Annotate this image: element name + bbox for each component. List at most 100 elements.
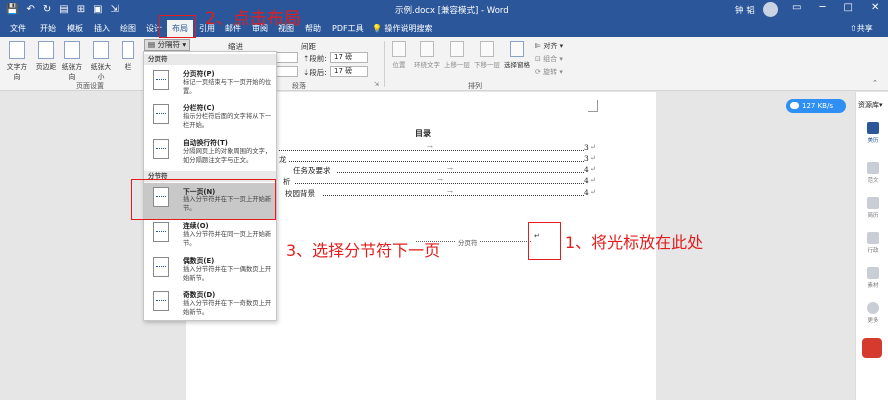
materials-icon [867, 267, 879, 279]
customize-toolbar-icon[interactable]: ⇲ [111, 3, 119, 17]
tab-draw[interactable]: 绘图 [120, 23, 136, 34]
send-backward-label: 下移一层 [474, 61, 500, 69]
menu-item-odd-page[interactable]: 奇数页(D) 插入分节符并在下一奇数页上开始新节。 [144, 289, 276, 322]
text-wrapping-break-icon [153, 139, 169, 159]
panel-item-admin[interactable]: 行政 [865, 232, 881, 254]
toc-entry-text: 龙 [279, 155, 287, 164]
undo-icon[interactable]: ↶ [26, 3, 34, 17]
paragraph-mark: ↵ [590, 176, 596, 184]
toc-entry-text: 析 [283, 177, 291, 186]
resource-panel-header[interactable]: 资源库▾ [858, 100, 883, 110]
selection-pane-label: 选择窗格 [504, 61, 530, 69]
send-backward-button[interactable]: 下移一层 [473, 41, 501, 69]
redo-icon[interactable]: ↻ [43, 3, 51, 17]
toc-entry[interactable]: 校园背景 → 4 ↵ [279, 188, 596, 198]
selection-pane-button[interactable]: 选择窗格 [503, 41, 531, 69]
orientation-button[interactable]: 纸张方向 [59, 41, 85, 81]
page-margin-corner [588, 100, 598, 112]
column-break-icon [153, 104, 169, 124]
tab-help[interactable]: 帮助 [305, 23, 321, 34]
new-doc-icon[interactable]: ▤ [59, 3, 68, 17]
rotate-label: 旋转 [543, 68, 558, 76]
page-breaks-header: 分页符 [144, 54, 276, 65]
paragraph-mark: ↵ [590, 165, 596, 173]
tab-insert[interactable]: 插入 [94, 23, 110, 34]
align-icon: ⊫ [535, 42, 542, 50]
menu-item-description: 标记一页结束与下一页开始的位置。 [183, 79, 272, 95]
size-button[interactable]: 纸张大小 [88, 41, 114, 81]
toc-page-number: 4 [584, 165, 589, 174]
toc-title: 目录 [415, 128, 431, 138]
menu-item-description: 指示分栏符后面的文字将从下一栏开始。 [183, 113, 272, 129]
page-break-icon [153, 70, 169, 90]
tab-home[interactable]: 开始 [40, 23, 56, 34]
menu-item-title: 自动换行符(T) [183, 139, 228, 147]
menu-item-title: 连续(O) [183, 222, 209, 230]
panel-item-resume[interactable]: 简历 [865, 197, 881, 219]
menu-item-title: 分栏符(C) [183, 104, 215, 112]
menu-item-column-break[interactable]: 分栏符(C) 指示分栏符后面的文字将从下一栏开始。 [144, 102, 276, 135]
menu-item-continuous[interactable]: 连续(O) 插入分节符并在同一页上开始新节。 [144, 220, 276, 253]
menu-item-text-wrapping-break[interactable]: 自动换行符(T) 分隔网页上的对象周围的文字，如分隔题注文字与正文。 [144, 137, 276, 170]
paragraph-mark: ↵ [590, 188, 596, 196]
wrap-text-label: 环绕文字 [414, 61, 440, 69]
columns-button[interactable]: 栏 [118, 41, 138, 71]
breaks-button[interactable]: ▤ 分隔符 ▾ [144, 39, 191, 51]
spacing-before-field[interactable]: 17 磅 [330, 52, 368, 63]
margins-button[interactable]: 页边距 [33, 41, 59, 71]
align-button[interactable]: ⊫ 对齐 ▾ [535, 41, 563, 51]
menu-item-page-break[interactable]: 分页符(P) 标记一页结束与下一页开始的位置。 [144, 68, 276, 101]
panel-item-label: 素材 [867, 283, 879, 289]
toc-entry[interactable]: 析 → 4 ↵ [279, 176, 596, 186]
gift-icon[interactable] [862, 338, 882, 358]
wrap-text-button[interactable]: 环绕文字 [413, 41, 441, 69]
spacing-after-label: ⇣段后: [303, 68, 327, 77]
tab-pdf-tools[interactable]: PDF工具 [332, 23, 364, 34]
maximize-icon[interactable]: □ [843, 2, 852, 13]
toc-entry[interactable]: 任务及要求 → 4 ↵ [279, 165, 596, 175]
panel-item-materials[interactable]: 素材 [865, 267, 881, 289]
position-button[interactable]: 位置 [388, 41, 410, 69]
tab-template[interactable]: 模板 [67, 23, 83, 34]
resume-icon [867, 197, 879, 209]
more-icon [867, 302, 879, 314]
tab-arrow: → [437, 176, 443, 184]
page-break-label: 分页符 [456, 237, 480, 247]
panel-item-templates[interactable]: 范文 [865, 162, 881, 184]
margins-icon [38, 41, 54, 59]
toc-entry[interactable]: 龙 3 ↵ [279, 154, 596, 164]
close-icon[interactable]: ✕ [871, 2, 879, 13]
ribbon-display-options-icon[interactable]: ▭ [792, 2, 801, 13]
rotate-button[interactable]: ⟳ 旋转 ▾ [535, 67, 563, 77]
share-button[interactable]: ⇧共享 [850, 23, 873, 34]
spacing-before-label: ⇡段前: [303, 54, 327, 63]
collapse-ribbon-icon[interactable]: ⌃ [872, 79, 878, 87]
size-label: 纸张大小 [90, 63, 112, 81]
breaks-icon: ▤ [148, 40, 156, 49]
toc-entry[interactable]: → 3 ↵ [279, 143, 596, 153]
menu-item-description: 插入分节符并在下一奇数页上开始新节。 [183, 300, 272, 316]
toc-leader [337, 172, 584, 173]
spacing-after-field[interactable]: 17 磅 [330, 66, 368, 77]
menu-item-even-page[interactable]: 偶数页(E) 插入分节符并在下一偶数页上开始新节。 [144, 255, 276, 288]
text-direction-button[interactable]: 文字方向 [4, 41, 30, 81]
bring-forward-button[interactable]: 上移一层 [443, 41, 471, 69]
annotation-step1: 1、将光标放在此处 [565, 233, 704, 252]
panel-item-beauty[interactable]: 美历 [865, 122, 881, 144]
user-name[interactable]: 钟 韬 [735, 4, 755, 16]
selection-pane-icon [510, 41, 524, 57]
tab-file[interactable]: 文件 [10, 23, 26, 34]
minimize-icon[interactable]: ─ [819, 2, 825, 13]
group-objects-button[interactable]: ⊡ 组合 ▾ [535, 54, 563, 64]
panel-item-more[interactable]: 更多 [865, 302, 881, 324]
tell-me-search[interactable]: 💡 操作说明搜索 [372, 23, 433, 34]
paragraph-dialog-launcher-icon[interactable]: ⇲ [374, 81, 379, 88]
save-icon[interactable]: 💾 [6, 3, 18, 17]
table-icon[interactable]: ⊞ [77, 3, 85, 17]
text-direction-icon [9, 41, 25, 59]
avatar[interactable] [763, 2, 778, 17]
menu-item-title: 偶数页(E) [183, 257, 215, 265]
picture-icon[interactable]: ▣ [93, 3, 102, 17]
annotation-step2: 2、点击布局 [205, 9, 301, 29]
menu-item-title: 奇数页(D) [183, 291, 216, 299]
